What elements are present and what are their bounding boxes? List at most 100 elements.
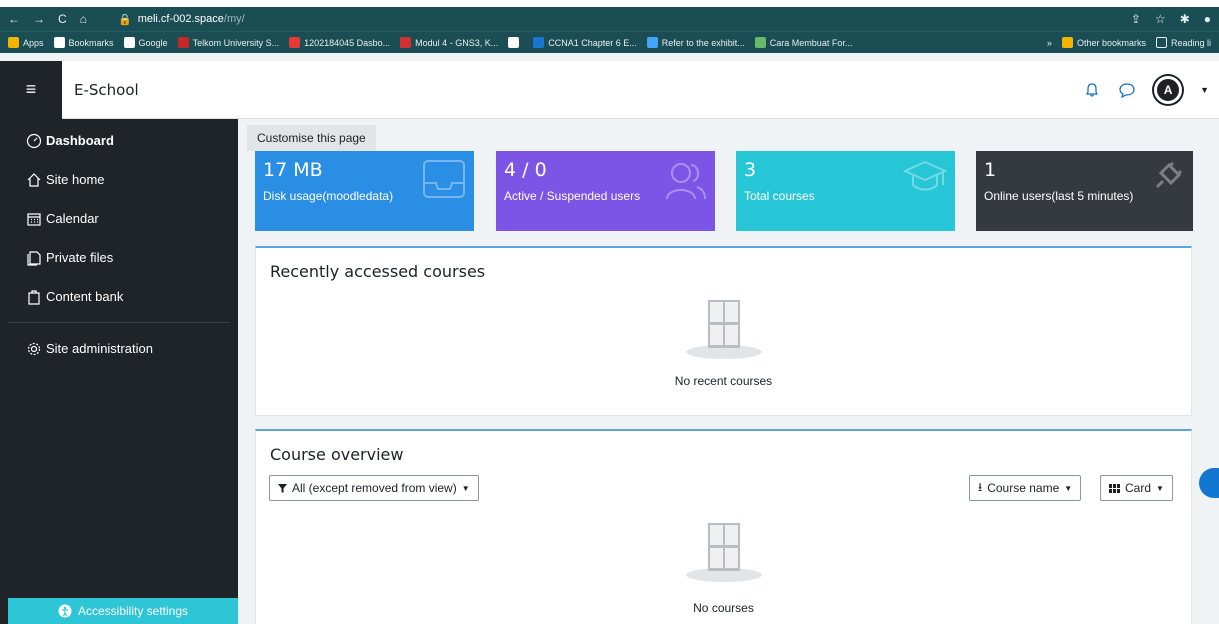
bookmark-item[interactable]: Telkom University S... bbox=[177, 37, 280, 48]
forward-icon[interactable]: → bbox=[33, 12, 45, 26]
bookmark-favicon-icon bbox=[289, 37, 301, 48]
header-actions: A ▼ bbox=[1084, 61, 1209, 119]
grouping-filter-dropdown[interactable]: All (except removed from view) ▼ bbox=[269, 475, 479, 501]
accessibility-icon bbox=[58, 604, 72, 618]
bookmark-item[interactable]: Google bbox=[123, 37, 168, 48]
view-label: Card bbox=[1125, 481, 1152, 495]
site-brand[interactable]: E-School bbox=[74, 81, 139, 99]
view-dropdown[interactable]: Card ▼ bbox=[1100, 475, 1173, 501]
stat-card-courses: 3 Total courses bbox=[736, 151, 955, 231]
other-bookmarks[interactable]: Other bookmarks bbox=[1061, 37, 1146, 48]
bell-icon[interactable] bbox=[1084, 82, 1100, 98]
back-icon[interactable]: ← bbox=[8, 12, 20, 26]
recent-courses-empty: No recent courses bbox=[674, 374, 773, 388]
browser-nav: ← → C ⌂ bbox=[8, 12, 118, 26]
sidebar-item-label: Private files bbox=[46, 250, 114, 265]
menu-toggle-button[interactable]: ≡ bbox=[0, 60, 62, 119]
sidebar-item-site-home[interactable]: Site home bbox=[0, 160, 238, 199]
courses-empty-icon bbox=[685, 523, 762, 582]
sidebar-item-content-bank[interactable]: Content bank bbox=[0, 277, 238, 316]
avatar[interactable]: A bbox=[1154, 76, 1183, 104]
accessibility-label: Accessibility settings bbox=[77, 604, 189, 618]
sort-dropdown[interactable]: ⭳ Course name ▼ bbox=[969, 475, 1082, 501]
graduation-cap-icon bbox=[903, 160, 947, 191]
sidebar-item-label: Site administration bbox=[46, 341, 153, 356]
sidebar-item-label: Site home bbox=[46, 172, 105, 187]
bookmark-item[interactable]: Modul 4 - GNS3, K... bbox=[400, 37, 498, 48]
reading-list[interactable]: Reading li bbox=[1155, 37, 1211, 48]
chat-icon[interactable] bbox=[1118, 82, 1136, 98]
folder-icon bbox=[1061, 37, 1073, 48]
users-icon bbox=[666, 163, 706, 200]
bookmark-item[interactable]: Refer to the exhibit... bbox=[646, 37, 745, 48]
other-bookmarks-label: Other bookmarks bbox=[1076, 37, 1146, 48]
bookmark-favicon-icon bbox=[123, 37, 135, 48]
home-icon bbox=[27, 172, 41, 187]
grid-icon bbox=[1109, 483, 1120, 493]
sidebar-item-label: Calendar bbox=[46, 211, 99, 226]
sort-icon: ⭳ bbox=[978, 479, 983, 494]
bookmark-label: Apps bbox=[23, 37, 44, 48]
sidebar-item-site-administration[interactable]: Site administration bbox=[0, 329, 238, 368]
bookmark-favicon-icon bbox=[754, 37, 766, 48]
star-icon[interactable]: ☆ bbox=[1155, 12, 1166, 26]
stat-card-disk-usage: 17 MB Disk usage(moodledata) bbox=[255, 151, 474, 231]
bookmark-label: CCNA1 Chapter 6 E... bbox=[548, 37, 637, 48]
accessibility-settings-button[interactable]: Accessibility settings bbox=[8, 598, 238, 624]
bookmark-label: Bookmarks bbox=[68, 37, 114, 48]
extensions-icon[interactable]: ✱ bbox=[1180, 12, 1190, 26]
bookmark-label: Telkom University S... bbox=[192, 37, 280, 48]
url-path: /my/ bbox=[223, 13, 245, 25]
course-overview-title: Course overview bbox=[270, 445, 404, 464]
chevron-down-icon: ▼ bbox=[461, 483, 470, 493]
bookmark-item[interactable]: Cara Membuat For... bbox=[754, 37, 853, 48]
bookmarks-bar: Apps Bookmarks Google Telkom University S..… bbox=[0, 31, 1219, 53]
filter-label: All (except removed from view) bbox=[292, 481, 457, 495]
browser-top-gap bbox=[0, 0, 1219, 7]
hamburger-icon: ≡ bbox=[25, 79, 37, 99]
course-overview-empty: No courses bbox=[693, 601, 754, 615]
bookmarks-more[interactable]: » bbox=[1047, 38, 1052, 48]
drawer-toggle-button[interactable] bbox=[1199, 468, 1219, 498]
files-icon bbox=[27, 250, 41, 266]
bookmark-favicon-icon bbox=[508, 37, 520, 48]
user-menu-caret-icon[interactable]: ▼ bbox=[1200, 85, 1209, 95]
reading-list-label: Reading li bbox=[1170, 37, 1211, 48]
address-bar[interactable]: 🔒 meli.cf-002.space/my/ bbox=[118, 13, 1131, 26]
bookmark-label: 1202184045 Dasbo... bbox=[304, 37, 391, 48]
sidebar-item-private-files[interactable]: Private files bbox=[0, 238, 238, 277]
sidebar-item-calendar[interactable]: Calendar bbox=[0, 199, 238, 238]
url-host: meli.cf-002.space bbox=[137, 13, 224, 25]
browser-actions: ⇪ ☆ ✱ ● bbox=[1131, 12, 1211, 26]
sidebar-item-dashboard[interactable]: Dashboard bbox=[0, 121, 238, 160]
filter-icon bbox=[278, 483, 287, 493]
bookmark-favicon-icon bbox=[8, 37, 19, 48]
recent-courses-block: Recently accessed courses No recent cour… bbox=[255, 246, 1192, 416]
calendar-icon bbox=[27, 212, 41, 226]
chevron-down-icon: ▼ bbox=[1156, 483, 1164, 493]
bookmark-item[interactable] bbox=[508, 37, 523, 48]
main-content: Customise this page 17 MB Disk usage(moo… bbox=[238, 119, 1219, 624]
stat-card-users: 4 / 0 Active / Suspended users bbox=[496, 151, 715, 231]
recent-courses-title: Recently accessed courses bbox=[270, 262, 486, 281]
browser-toolbar: ← → C ⌂ 🔒 meli.cf-002.space/my/ ⇪ ☆ ✱ ● bbox=[0, 7, 1219, 31]
home-icon[interactable]: ⌂ bbox=[80, 12, 87, 26]
course-overview-block: Course overview All (except removed from… bbox=[255, 429, 1192, 624]
bookmark-item[interactable]: CCNA1 Chapter 6 E... bbox=[533, 37, 637, 48]
share-icon[interactable]: ⇪ bbox=[1131, 12, 1141, 26]
customise-page-button[interactable]: Customise this page bbox=[247, 125, 376, 151]
app-header: ≡ E-School A ▼ bbox=[0, 60, 1219, 119]
bookmark-favicon-icon bbox=[646, 37, 658, 48]
bookmark-item[interactable]: Apps bbox=[8, 37, 44, 48]
content-bank-icon bbox=[28, 289, 40, 305]
profile-icon[interactable]: ● bbox=[1204, 12, 1211, 26]
chevron-down-icon: ▼ bbox=[1064, 483, 1073, 493]
bookmark-label: Google bbox=[138, 37, 168, 48]
bookmark-item[interactable]: Bookmarks bbox=[53, 37, 114, 48]
reload-icon[interactable]: C bbox=[58, 12, 67, 26]
lock-icon: 🔒 bbox=[118, 13, 132, 26]
bookmark-item[interactable]: 1202184045 Dasbo... bbox=[289, 37, 390, 48]
bookmarks-more-label: » bbox=[1046, 37, 1052, 48]
plug-icon bbox=[1155, 161, 1183, 189]
bookmark-label: Cara Membuat For... bbox=[769, 37, 853, 48]
